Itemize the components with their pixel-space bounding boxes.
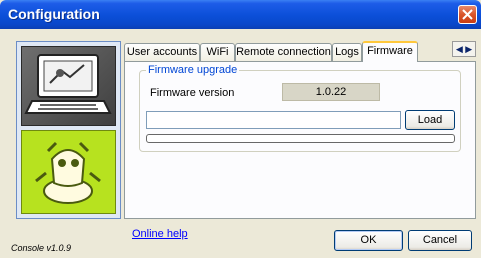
tab-remote-connection[interactable]: Remote connection: [235, 43, 332, 61]
tab-logs[interactable]: Logs: [332, 43, 362, 61]
firmware-upgrade-group: Firmware upgrade Firmware version 1.0.22…: [139, 64, 461, 152]
firmware-file-input[interactable]: [146, 111, 401, 129]
configuration-window: Configuration Console v1.0.9 User accoun…: [0, 0, 481, 258]
tab-scroll-left-icon[interactable]: ◀: [456, 44, 463, 54]
firmware-version-label: Firmware version: [150, 87, 235, 99]
close-button[interactable]: [458, 5, 477, 24]
firmware-version-value: 1.0.22: [282, 83, 380, 101]
window-title: Configuration: [8, 6, 100, 22]
ok-button[interactable]: OK: [334, 230, 403, 251]
group-title: Firmware upgrade: [146, 64, 240, 76]
tab-firmware[interactable]: Firmware: [362, 41, 418, 62]
console-laptop-icon: [24, 54, 112, 114]
title-bar[interactable]: Configuration: [0, 0, 481, 29]
online-help-link[interactable]: Online help: [132, 228, 188, 240]
category-panel: [16, 41, 121, 219]
console-version: Console v1.0.9: [11, 243, 72, 253]
load-button[interactable]: Load: [405, 110, 455, 130]
close-icon: [462, 9, 473, 20]
tab-wifi[interactable]: WiFi: [200, 43, 235, 61]
tab-scroll-buttons[interactable]: ◀ ▶: [452, 41, 476, 57]
cancel-button[interactable]: Cancel: [408, 230, 472, 251]
console-tile[interactable]: [21, 46, 116, 126]
tab-scroll-right-icon[interactable]: ▶: [465, 44, 472, 54]
robot-icon: [35, 141, 101, 204]
dialog-body: Console v1.0.9 User accounts WiFi Remote…: [4, 29, 477, 255]
upgrade-progress-bar: [146, 134, 455, 143]
tab-user-accounts[interactable]: User accounts: [124, 43, 200, 61]
firmware-tab-page: Firmware upgrade Firmware version 1.0.22…: [124, 61, 476, 219]
robot-tile[interactable]: [21, 130, 116, 214]
